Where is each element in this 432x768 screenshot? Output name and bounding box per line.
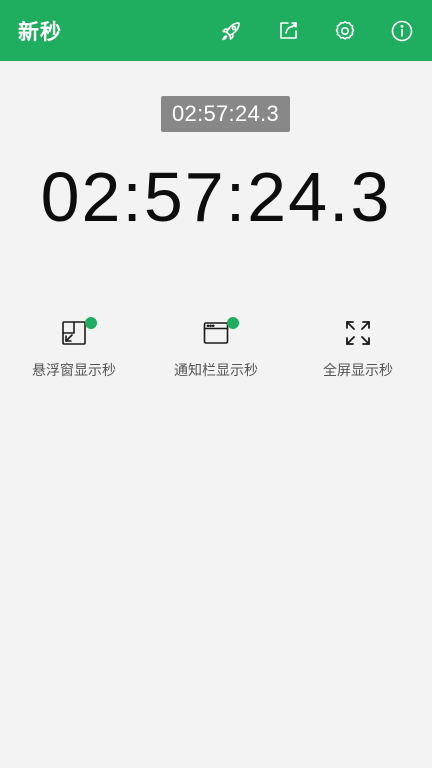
app-bar-actions xyxy=(186,0,414,61)
share-button[interactable] xyxy=(276,19,300,43)
rocket-icon xyxy=(222,21,240,40)
app-bar: 新秒 xyxy=(0,0,432,61)
fullscreen-mode-label: 全屏显示秒 xyxy=(323,363,393,379)
display-modes: 悬浮窗显示秒 通知栏显示秒 全屏显示秒 xyxy=(0,317,432,380)
gear-icon xyxy=(335,20,355,40)
floating-window-icon-wrap xyxy=(59,317,97,348)
fullscreen-icon xyxy=(346,321,370,345)
floating-window-icon xyxy=(62,321,86,345)
info-icon xyxy=(391,20,413,41)
floating-window-mode-button[interactable]: 悬浮窗显示秒 xyxy=(14,317,134,380)
rocket-button[interactable] xyxy=(219,19,243,43)
info-button[interactable] xyxy=(390,19,414,43)
notification-bar-icon-wrap xyxy=(201,317,239,348)
notification-bar-icon xyxy=(203,322,229,344)
notification-bar-mode-label: 通知栏显示秒 xyxy=(174,363,258,379)
notification-bar-enabled-dot xyxy=(227,317,239,329)
settings-button[interactable] xyxy=(333,19,357,43)
app-title: 新秒 xyxy=(18,19,62,44)
share-icon xyxy=(280,21,297,39)
notification-bar-mode-button[interactable]: 通知栏显示秒 xyxy=(156,317,276,380)
fullscreen-mode-button[interactable]: 全屏显示秒 xyxy=(298,318,418,380)
big-time-display: 02:57:24.3 xyxy=(40,158,392,236)
small-time-badge: 02:57:24.3 xyxy=(161,96,290,132)
floating-window-mode-label: 悬浮窗显示秒 xyxy=(32,363,116,379)
fullscreen-icon-wrap xyxy=(343,318,373,348)
floating-window-enabled-dot xyxy=(85,317,97,329)
